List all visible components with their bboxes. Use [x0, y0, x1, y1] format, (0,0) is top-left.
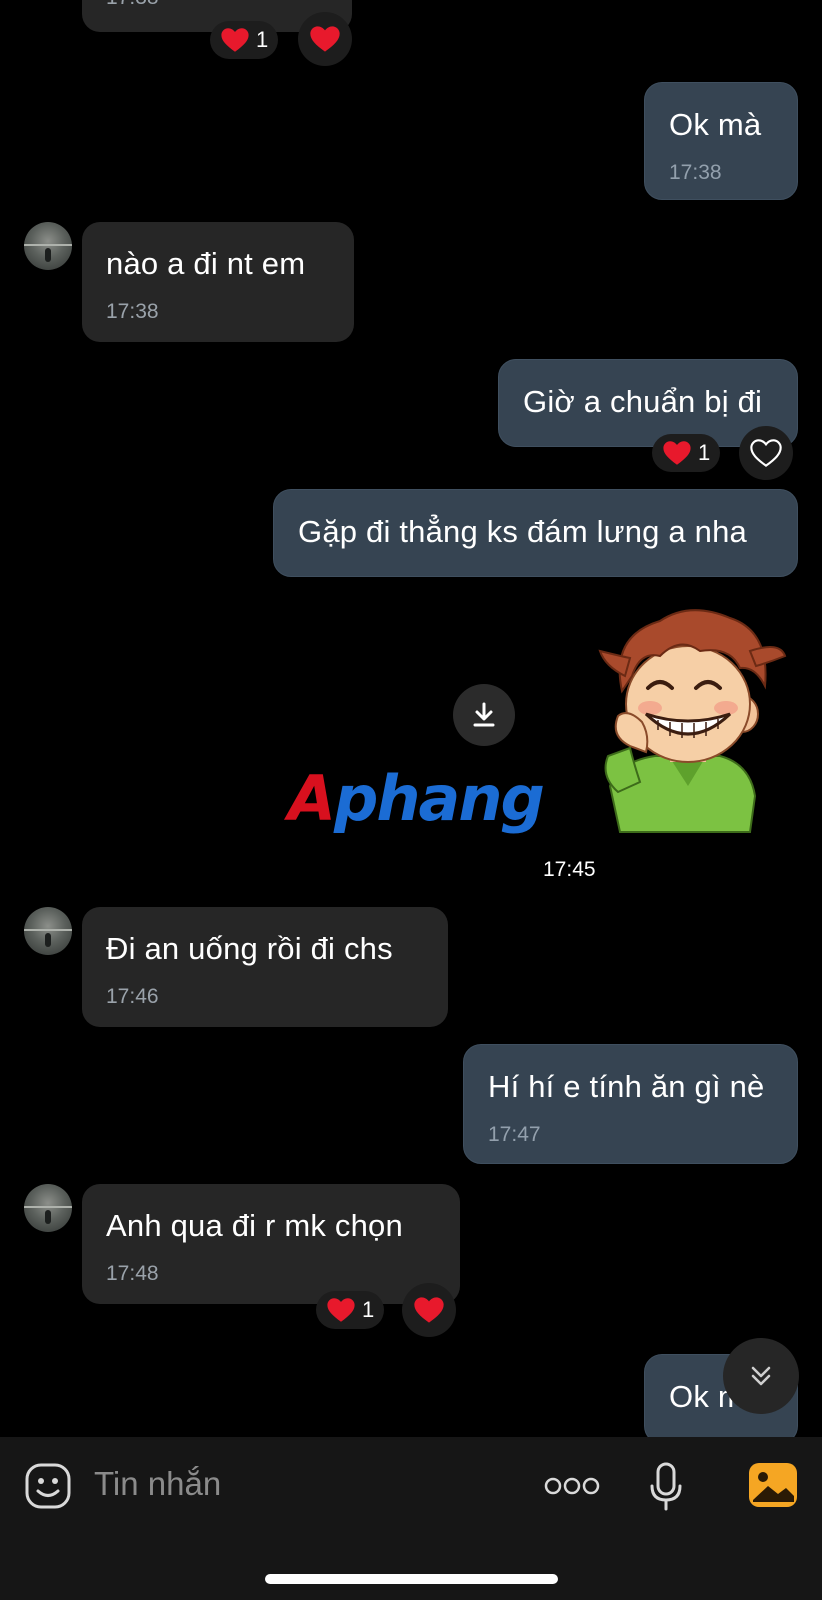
emoji-sticker-icon[interactable]	[24, 1462, 72, 1510]
message-text: Hí hí e tính ăn gì nè	[488, 1069, 765, 1104]
message-text: Giờ a chuẩn bị đi	[523, 384, 763, 419]
message-bubble-incoming[interactable]: Anh qua đi r mk chọn 17:48	[82, 1184, 460, 1304]
reaction-count-chip[interactable]: 1	[652, 434, 721, 472]
heart-icon	[310, 26, 340, 52]
react-heart-button[interactable]	[298, 12, 352, 66]
reaction-count-chip[interactable]: 1	[210, 21, 279, 59]
message-text: Gặp đi thẳng ks đám lưng a nha	[298, 514, 747, 549]
reaction-count: 1	[362, 1297, 375, 1322]
message-text: Đi an uống rồi đi chs	[106, 931, 393, 966]
microphone-icon[interactable]	[648, 1462, 684, 1512]
message-text: nào a đi nt em	[106, 246, 306, 281]
reaction-count-chip[interactable]: 1	[316, 1291, 385, 1329]
message-bubble-outgoing[interactable]: Gặp đi thẳng ks đám lưng a nha	[273, 489, 798, 577]
heart-icon	[327, 1298, 355, 1322]
message-bubble-outgoing[interactable]: Ok mà 17:38	[644, 82, 798, 200]
watermark-logo: Aphang	[288, 762, 545, 835]
react-heart-button[interactable]	[739, 426, 793, 480]
message-time: 17:47	[488, 1123, 541, 1146]
message-time: 17:46	[106, 985, 159, 1008]
double-chevron-down-icon	[751, 1366, 771, 1386]
message-text: Anh qua đi r mk chọn	[106, 1208, 403, 1243]
download-icon	[473, 702, 495, 727]
avatar[interactable]	[24, 907, 72, 955]
message-input[interactable]: Tin nhắn	[94, 1465, 221, 1503]
reaction-count: 1	[256, 27, 269, 52]
heart-icon	[414, 1297, 444, 1323]
message-time: 17:38	[106, 300, 159, 323]
avatar[interactable]	[24, 1184, 72, 1232]
avatar[interactable]	[24, 222, 72, 270]
message-text: Ok mà	[669, 107, 762, 142]
heart-icon	[221, 28, 249, 52]
heart-outline-icon	[750, 439, 782, 467]
message-bubble-incoming[interactable]: Đi an uống rồi đi chs 17:46	[82, 907, 448, 1027]
message-bubble-outgoing[interactable]: Hí hí e tính ăn gì nè 17:47	[463, 1044, 798, 1164]
message-bubble-incoming[interactable]: nào a đi nt em 17:38	[82, 222, 354, 342]
message-time: 17:48	[106, 1262, 159, 1285]
heart-icon	[663, 441, 691, 465]
gallery-icon[interactable]	[748, 1462, 798, 1508]
sticker-laughing-boy[interactable]	[570, 596, 790, 836]
scroll-to-bottom-button[interactable]	[723, 1338, 799, 1414]
message-time: 17:38	[106, 0, 159, 10]
react-heart-button[interactable]	[402, 1283, 456, 1337]
message-time: 17:38	[669, 161, 722, 184]
download-button[interactable]	[453, 684, 515, 746]
reaction-count: 1	[698, 440, 711, 465]
message-time: 17:45	[543, 858, 596, 881]
home-indicator	[265, 1574, 558, 1584]
more-options-icon[interactable]	[544, 1476, 600, 1496]
